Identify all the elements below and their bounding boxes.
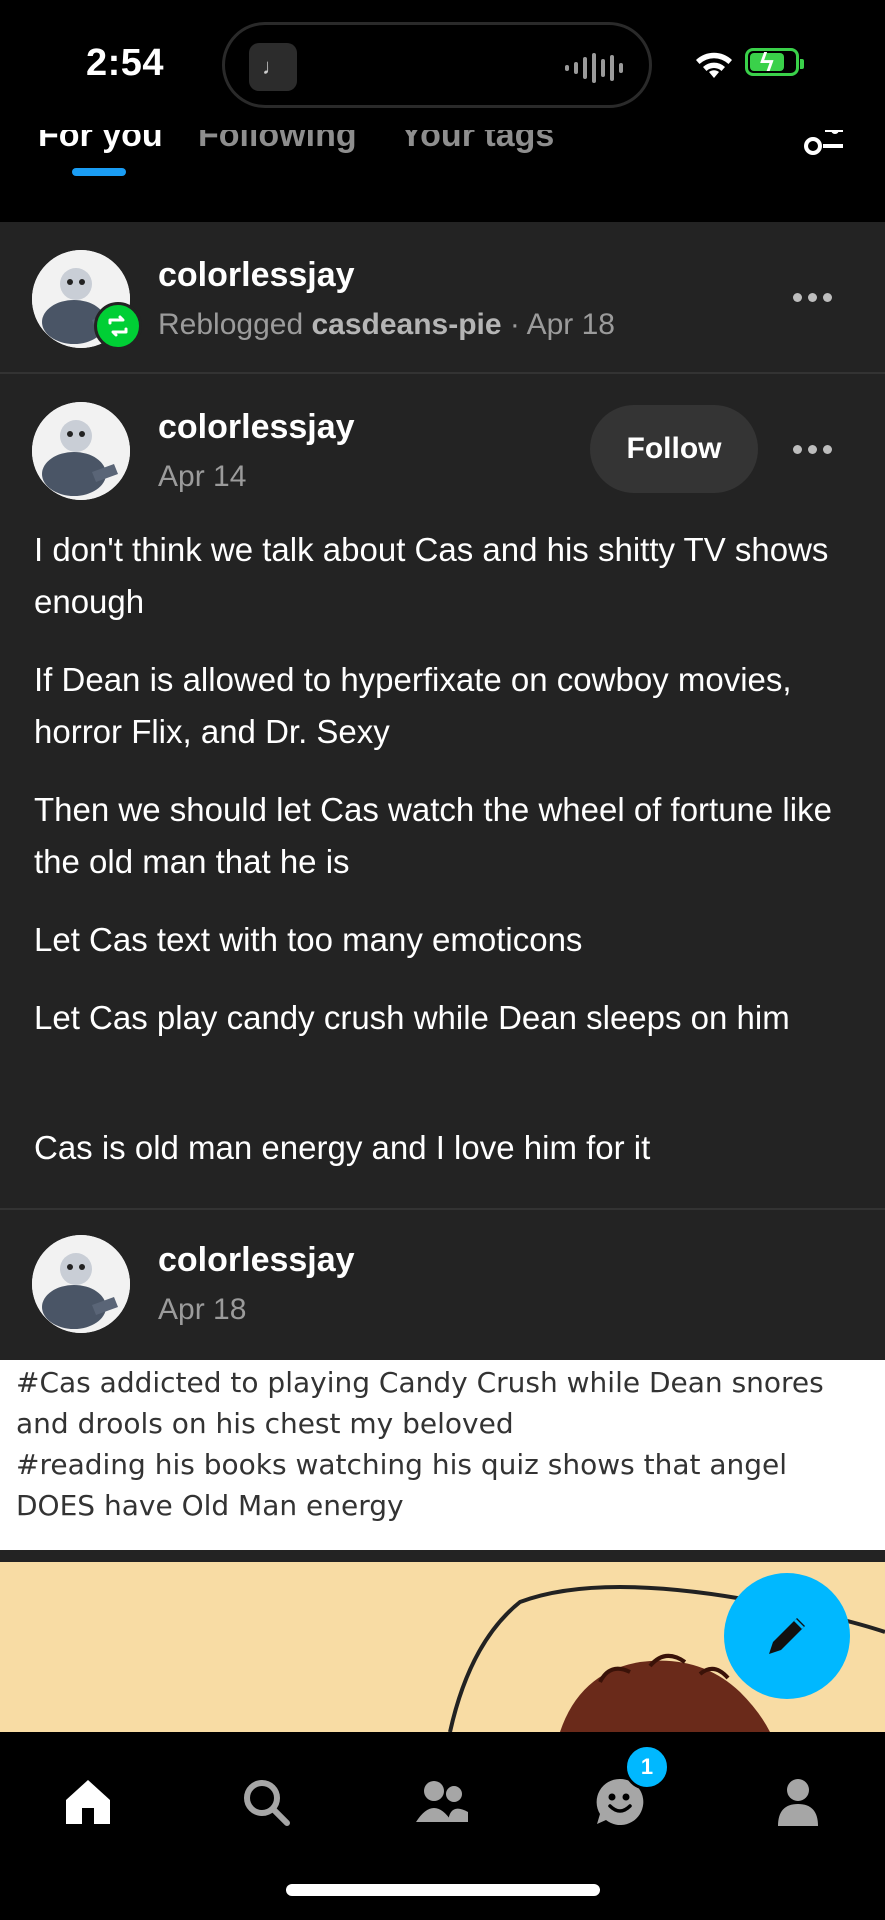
community-icon [416,1781,468,1822]
post-avatar[interactable] [32,402,130,500]
dynamic-island[interactable]: ♩ [222,22,652,108]
tab-active-indicator [72,168,126,176]
nav-home[interactable] [58,1772,118,1832]
audio-wave-icon [565,49,623,87]
nav-communities[interactable] [412,1772,472,1832]
nav-profile[interactable] [768,1772,828,1832]
divider [0,372,885,374]
tags-screenshot-image[interactable]: #Cas addicted to playing Candy Crush whi… [0,1360,885,1550]
follow-button[interactable]: Follow [590,405,758,493]
divider [0,1208,885,1210]
avatar-art-icon [32,1235,130,1333]
home-indicator[interactable] [286,1884,600,1896]
battery-icon: ϟ [745,47,804,77]
reply-date: Apr 18 [158,1293,247,1326]
home-icon [66,1780,110,1824]
avatar-art-icon [32,402,130,500]
tag-text: #reading his books watching his quiz sho… [16,1448,788,1481]
post-date: Apr 14 [158,460,247,493]
search-icon [244,1780,290,1826]
post-username[interactable]: colorlessjay [158,408,355,447]
reply-avatar[interactable] [32,1235,130,1333]
tag-text: DOES have Old Man energy [16,1489,404,1522]
post-paragraph: Then we should let Cas watch the wheel o… [34,791,832,880]
profile-icon [778,1779,818,1826]
reblog-icon [94,302,142,350]
wifi-icon [696,52,732,78]
reblogged-label: Reblogged [158,308,304,341]
compose-post-button[interactable] [724,1573,850,1699]
tag-text: #Cas addicted to playing Candy Crush whi… [16,1366,824,1399]
pencil-icon [769,1618,805,1654]
nav-search[interactable] [236,1772,296,1832]
reblog-more-options-icon[interactable] [793,293,832,302]
post-paragraph: Cas is old man energy and I love him for… [34,1129,651,1166]
post-paragraph: I don't think we talk about Cas and his … [34,531,829,620]
tag-text: and drools on his chest my beloved [16,1407,514,1440]
post-paragraph: Let Cas text with too many emoticons [34,921,583,958]
reblogged-from-link[interactable]: casdeans-pie [311,308,501,341]
reply-username[interactable]: colorlessjay [158,1241,355,1280]
activity-badge: 1 [624,1744,670,1790]
post-paragraph: If Dean is allowed to hyperfixate on cow… [34,661,792,750]
reblog-info: Reblogged casdeans-pie · Apr 18 [158,308,615,342]
post-more-options-icon[interactable] [793,445,832,454]
post-card: colorlessjay Reblogged casdeans-pie · Ap… [0,222,885,1732]
status-time: 2:54 [86,42,165,84]
reblog-date: · Apr 18 [509,308,615,341]
reblogger-username[interactable]: colorlessjay [158,256,355,295]
post-paragraph: Let Cas play candy crush while Dean slee… [34,999,790,1036]
status-bar: 2:54 ♩ ϟ [0,0,885,130]
music-app-icon: ♩ [249,43,297,91]
